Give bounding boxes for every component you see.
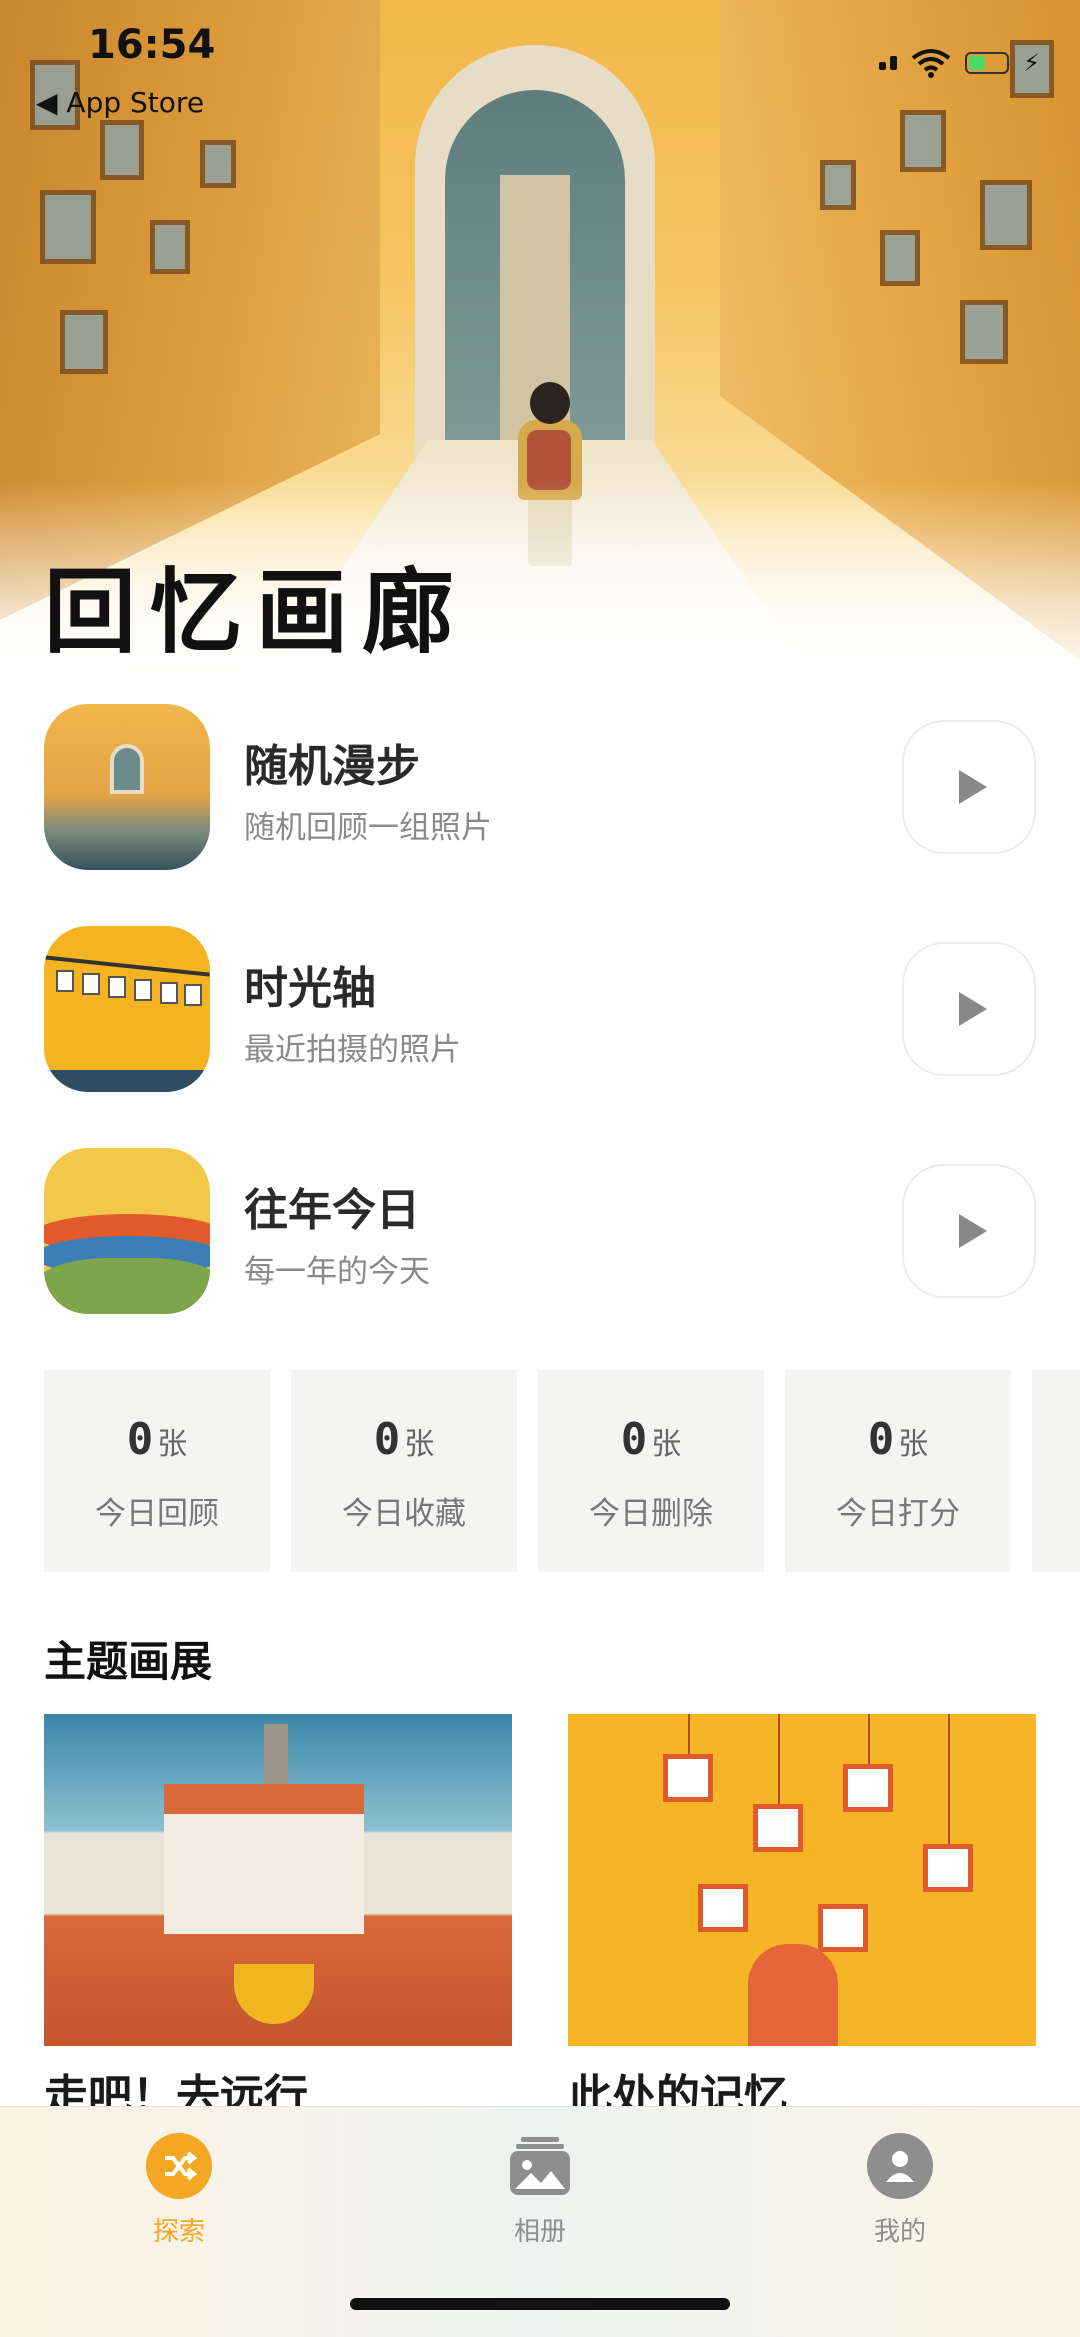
child-figure-head (530, 382, 570, 424)
play-icon (959, 770, 987, 804)
stat-unit: 张 (651, 1427, 682, 1462)
feature-row-random-walk[interactable]: 随机漫步 随机回顾一组照片 (44, 704, 1036, 874)
thumbnail-wave (44, 1258, 210, 1314)
card-hand (748, 1944, 838, 2046)
theme-card-memories[interactable] (568, 1714, 1036, 2046)
feature-subtitle: 随机回顾一组照片 (244, 810, 492, 846)
play-icon (959, 1214, 987, 1248)
feature-subtitle: 最近拍摄的照片 (244, 1032, 461, 1068)
stat-value: 0 (126, 1414, 154, 1465)
daily-stats: 0张 今日回顾 0张 今日收藏 0张 今日删除 0张 今日打分 (44, 1370, 1080, 1572)
stat-value: 0 (867, 1414, 895, 1465)
card-polaroid (923, 1844, 973, 1892)
shuffle-icon (146, 2133, 212, 2199)
wall-frame (40, 190, 96, 264)
stat-value-row: 0张 (538, 1414, 764, 1465)
stat-label: 今日收藏 (342, 1496, 466, 1532)
thumbnail-arch (110, 744, 144, 794)
feature-row-timeline[interactable]: 时光轴 最近拍摄的照片 (44, 926, 1036, 1096)
on-this-day-thumbnail (44, 1148, 210, 1314)
play-button[interactable] (902, 1164, 1036, 1298)
card-string (948, 1714, 950, 1844)
stat-value-row: 0张 (291, 1414, 517, 1465)
thumbnail-photo (56, 970, 74, 992)
status-indicators: ⚡ (879, 48, 1040, 78)
stat-card-favorited[interactable]: 0张 今日收藏 (291, 1370, 517, 1572)
page-title: 回忆画廊 (44, 558, 469, 666)
thumbnail-sea (44, 1070, 210, 1092)
feature-title: 时光轴 (244, 963, 376, 1014)
random-walk-thumbnail (44, 704, 210, 870)
tab-profile[interactable]: 我的 (800, 2127, 1000, 2257)
tab-albums[interactable]: 相册 (440, 2127, 640, 2257)
wall-frame (60, 310, 108, 374)
stat-label: 今日删除 (589, 1496, 713, 1532)
feature-subtitle: 每一年的今天 (244, 1254, 430, 1290)
stat-card-reviewed[interactable]: 0张 今日回顾 (44, 1370, 270, 1572)
feature-title: 随机漫步 (244, 741, 420, 792)
tab-label: 相册 (513, 2217, 566, 2247)
stat-label: 今日回顾 (95, 1496, 219, 1532)
wall-frame (960, 300, 1008, 364)
stat-value-row: 0张 (785, 1414, 1011, 1465)
feature-title: 往年今日 (244, 1185, 420, 1236)
card-polaroid (753, 1804, 803, 1852)
card-string (688, 1714, 690, 1754)
wall-frame (980, 180, 1032, 250)
wall-frame (150, 220, 190, 274)
stat-card-deleted[interactable]: 0张 今日删除 (538, 1370, 764, 1572)
tab-label: 探索 (152, 2217, 205, 2247)
card-polaroid (698, 1884, 748, 1932)
card-polaroid (843, 1764, 893, 1812)
stat-value: 0 (373, 1414, 401, 1465)
wifi-icon (911, 49, 951, 78)
thumbnail-photo (134, 979, 152, 1001)
thumbnail-photo (160, 982, 178, 1004)
battery-icon (965, 52, 1010, 74)
back-to-app-store-link[interactable]: ◀ App Store (36, 86, 204, 119)
wall-frame (200, 140, 236, 188)
wall-frame (900, 110, 946, 172)
tab-explore[interactable]: 探索 (79, 2127, 279, 2257)
cellular-signal-icon (879, 56, 898, 70)
photo-album-icon (507, 2133, 573, 2199)
charging-bolt-icon: ⚡ (1023, 49, 1040, 77)
timeline-thumbnail (44, 926, 210, 1092)
play-icon (959, 992, 987, 1026)
stat-unit: 张 (404, 1427, 435, 1462)
card-polaroid (818, 1904, 868, 1952)
home-indicator (350, 2298, 730, 2310)
stat-value: 0 (620, 1414, 648, 1465)
wall-frame (820, 160, 856, 210)
stat-card-rated[interactable]: 0张 今日打分 (785, 1370, 1011, 1572)
stat-value-row: 0张 (44, 1414, 270, 1465)
card-string (868, 1714, 870, 1764)
theme-card-travel[interactable] (44, 1714, 512, 2046)
thumbnail-photo (108, 976, 126, 998)
person-icon (867, 2133, 933, 2199)
wall-frame (100, 120, 144, 180)
card-coffee-cup (234, 1964, 314, 2024)
section-title-themes: 主题画展 (44, 1637, 213, 1686)
stat-label: 今日打分 (836, 1496, 960, 1532)
card-polaroid (663, 1754, 713, 1802)
thumbnail-photo (82, 973, 100, 995)
stat-card-partial (1032, 1370, 1080, 1572)
thumbnail-photo (184, 984, 202, 1006)
status-time: 16:54 (88, 22, 216, 68)
stat-unit: 张 (898, 1427, 929, 1462)
card-building (164, 1784, 364, 1934)
play-button[interactable] (902, 942, 1036, 1076)
feature-row-on-this-day[interactable]: 往年今日 每一年的今天 (44, 1148, 1036, 1318)
tab-label: 我的 (873, 2217, 926, 2247)
play-button[interactable] (902, 720, 1036, 854)
wall-frame (880, 230, 920, 286)
card-string (778, 1714, 780, 1804)
stat-unit: 张 (157, 1427, 188, 1462)
